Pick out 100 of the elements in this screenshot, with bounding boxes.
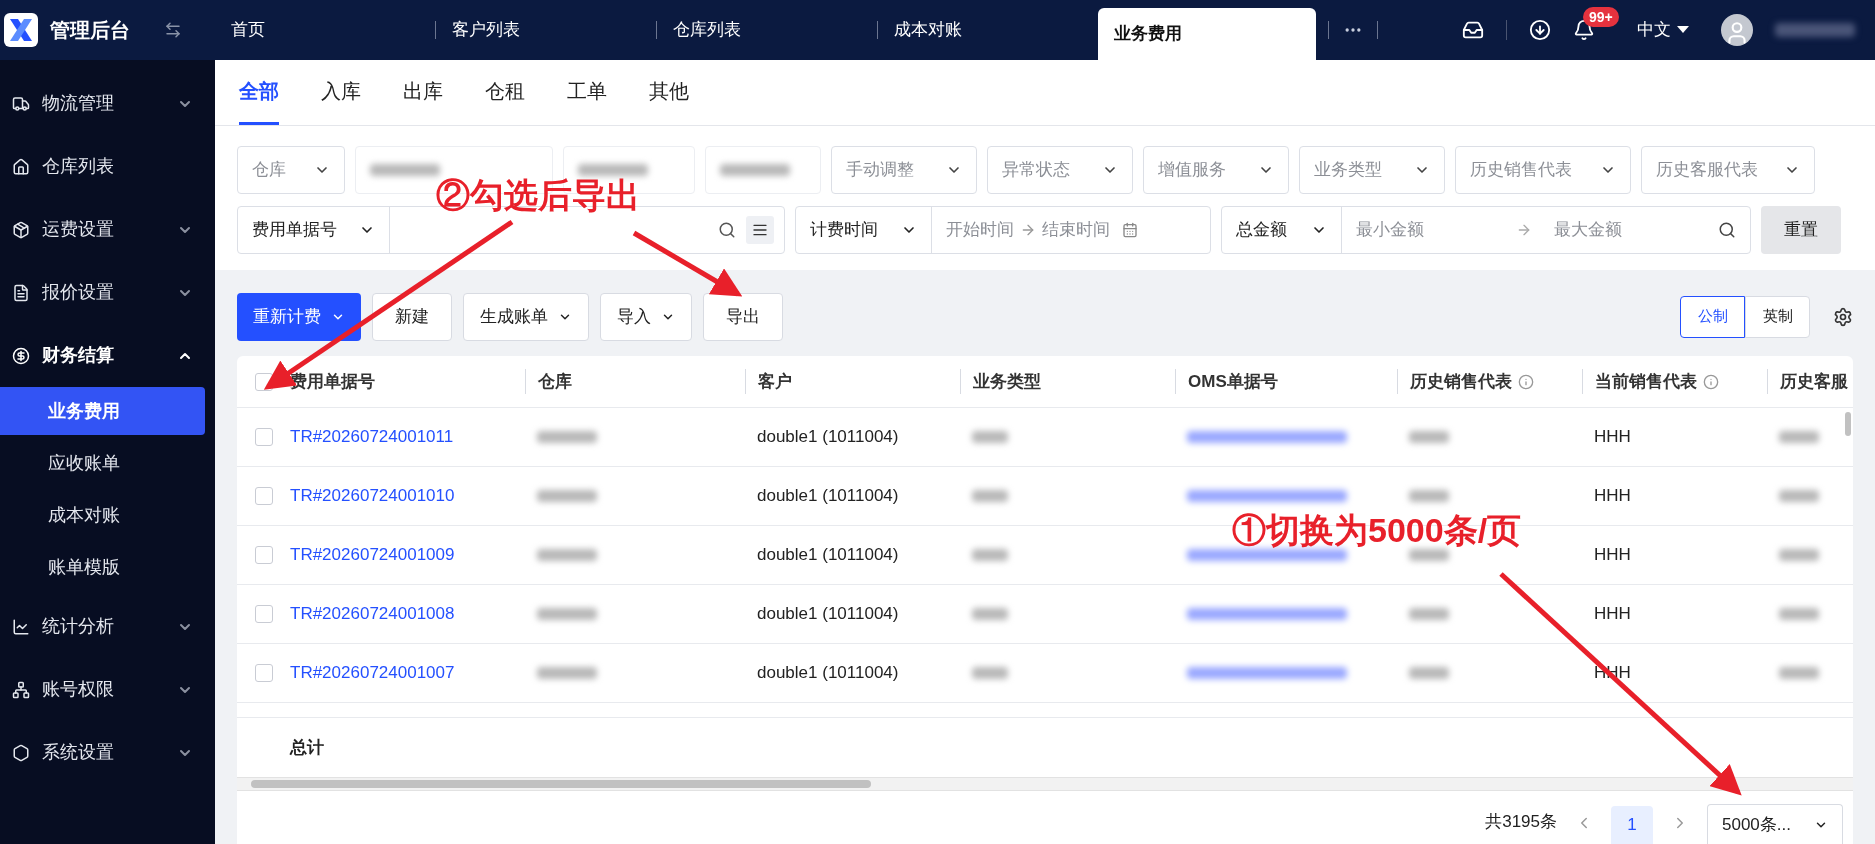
table-cell: HHH xyxy=(1594,486,1631,506)
blurred-text xyxy=(972,667,1008,679)
action-button[interactable]: 重新计费 xyxy=(237,292,361,341)
caret-down-icon xyxy=(1677,26,1689,34)
blurred-text xyxy=(972,431,1008,443)
blurred-text xyxy=(1779,431,1819,443)
blurred-text xyxy=(1409,667,1449,679)
sidebar-subitem[interactable]: 应收账单 xyxy=(0,439,205,487)
search-icon[interactable] xyxy=(718,221,736,239)
fee-number-link[interactable]: TR#20260724001009 xyxy=(290,545,455,565)
blurred-text xyxy=(1409,608,1449,620)
page-size-select[interactable]: 5000条... xyxy=(1707,804,1843,844)
app-title: 管理后台 xyxy=(50,18,130,43)
action-button[interactable]: 生成账单 xyxy=(463,292,589,341)
sidebar-item[interactable]: 仓库列表 xyxy=(0,135,215,198)
amount-range-field[interactable]: 总金额 最小金额 最大金额 xyxy=(1221,206,1751,254)
search-type-select[interactable]: 费用单据号 xyxy=(252,217,337,243)
unit-toggle[interactable]: 英制 xyxy=(1745,295,1810,338)
date-type-select[interactable]: 计费时间 xyxy=(810,217,878,243)
sidebar-item[interactable]: 物流管理 xyxy=(0,72,215,135)
date-range-field[interactable]: 计费时间 开始时间 结束时间 xyxy=(795,206,1211,254)
hexagon-icon xyxy=(12,743,30,762)
checkbox[interactable] xyxy=(254,664,273,682)
action-button[interactable]: 导入 xyxy=(600,292,692,341)
amount-type-select[interactable]: 总金额 xyxy=(1236,217,1287,243)
page-tab[interactable]: 首页 xyxy=(215,0,435,60)
column-header: 历史销售代表 xyxy=(1410,370,1512,393)
table-cell: HHH xyxy=(1594,545,1631,565)
sidebar-item[interactable]: 账号权限 xyxy=(0,658,215,721)
action-button[interactable]: 新建 xyxy=(372,292,452,341)
column-header: 客户 xyxy=(758,370,792,393)
column-header: 仓库 xyxy=(538,370,572,393)
action-button[interactable]: 导出 xyxy=(703,292,783,341)
sidebar-subitem[interactable]: 成本对账 xyxy=(0,491,205,539)
inbox-icon[interactable] xyxy=(1462,19,1484,41)
sidebar-item[interactable]: 系统设置 xyxy=(0,721,215,784)
checkbox[interactable] xyxy=(254,487,273,505)
blurred-text xyxy=(537,490,597,502)
sidebar-item[interactable]: 财务结算 xyxy=(0,324,215,387)
sidebar-subitem[interactable]: 业务费用 xyxy=(0,387,205,435)
reset-button[interactable]: 重置 xyxy=(1761,206,1841,254)
category-tab[interactable]: 入库 xyxy=(321,59,361,125)
page-tab[interactable]: 仓库列表 xyxy=(657,0,877,60)
blurred-text xyxy=(1779,667,1819,679)
blurred-text xyxy=(537,549,597,561)
collapse-icon[interactable] xyxy=(164,21,182,39)
total-label: 总计 xyxy=(290,736,324,759)
column-header: OMS单据号 xyxy=(1188,370,1278,393)
logo-icon xyxy=(4,13,38,47)
category-tab[interactable]: 工单 xyxy=(567,59,607,125)
category-tab[interactable]: 仓租 xyxy=(485,59,525,125)
end-date-placeholder: 结束时间 xyxy=(1042,219,1110,242)
package-icon xyxy=(12,220,30,239)
sidebar-item[interactable]: 运费设置 xyxy=(0,198,215,261)
page-tab[interactable]: 成本对账 xyxy=(878,0,1098,60)
sidebar-item[interactable]: 报价设置 xyxy=(0,261,215,324)
page-button[interactable]: 1 xyxy=(1611,806,1653,844)
calendar-icon xyxy=(1122,222,1138,238)
info-icon[interactable] xyxy=(1518,373,1534,390)
total-count: 共3195条 xyxy=(1485,810,1557,833)
table-cell: double1 (1011004) xyxy=(757,663,899,683)
settings-icon[interactable] xyxy=(1833,306,1853,327)
category-tab[interactable]: 其他 xyxy=(649,59,689,125)
category-tab[interactable]: 出库 xyxy=(403,59,443,125)
chart-icon xyxy=(12,617,30,636)
sidebar-subitem[interactable]: 账单模版 xyxy=(0,543,205,591)
blurred-text xyxy=(1779,549,1819,561)
blurred-text xyxy=(972,549,1008,561)
fee-number-link[interactable]: TR#20260724001011 xyxy=(290,427,454,447)
download-icon[interactable] xyxy=(1529,19,1551,41)
checkbox[interactable] xyxy=(254,546,273,564)
fee-number-link[interactable]: TR#20260724001010 xyxy=(290,486,455,506)
sidebar-item[interactable]: 统计分析 xyxy=(0,595,215,658)
vertical-scrollbar[interactable] xyxy=(1845,412,1851,436)
blurred-text xyxy=(537,431,597,443)
info-icon[interactable] xyxy=(1703,373,1719,390)
blurred-text xyxy=(972,608,1008,620)
notification-badge: 99+ xyxy=(1583,7,1619,27)
max-amount-placeholder: 最大金额 xyxy=(1554,219,1623,242)
blurred-text xyxy=(1409,431,1449,443)
page-tab[interactable]: 客户列表 xyxy=(436,0,656,60)
blurred-text xyxy=(578,164,648,176)
house-icon xyxy=(12,157,30,176)
language-select[interactable]: 中文 xyxy=(1637,17,1689,43)
arrow-right-icon xyxy=(1516,222,1532,238)
hierarchy-icon xyxy=(12,680,30,699)
search-icon[interactable] xyxy=(1718,221,1736,239)
blurred-text xyxy=(972,490,1008,502)
avatar[interactable] xyxy=(1721,14,1753,46)
start-date-placeholder: 开始时间 xyxy=(946,219,1014,242)
table-cell: double1 (1011004) xyxy=(757,545,899,565)
blurred-text xyxy=(537,667,597,679)
fee-number-link[interactable]: TR#20260724001008 xyxy=(290,604,455,624)
fee-number-link[interactable]: TR#20260724001007 xyxy=(290,663,455,683)
checkbox[interactable] xyxy=(254,605,273,623)
blurred-text xyxy=(720,164,790,176)
lines-icon[interactable] xyxy=(752,222,768,238)
checkbox[interactable] xyxy=(254,428,273,446)
page-tab[interactable]: 业务费用 xyxy=(1098,8,1316,60)
unit-toggle[interactable]: 公制 xyxy=(1680,295,1745,338)
